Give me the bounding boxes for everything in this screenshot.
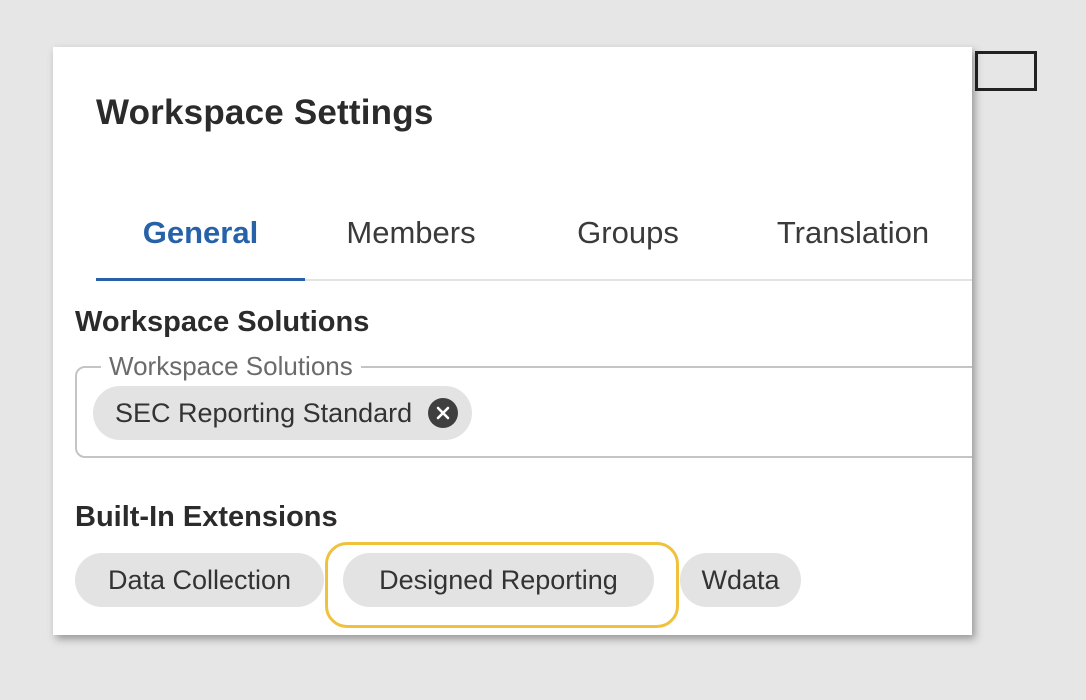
extension-chip-data-collection[interactable]: Data Collection [75,553,324,607]
workspace-settings-dialog: Workspace Settings General Members Group… [53,47,972,635]
extension-chip-label: Wdata [701,564,780,595]
close-circle-icon[interactable] [428,398,459,428]
extension-chip-designed-reporting[interactable]: Designed Reporting [343,553,654,607]
tab-general-label: General [142,215,259,250]
tab-members-label: Members [346,215,476,250]
tab-translation[interactable]: Translation [739,187,967,279]
window-outline-marker [975,51,1037,91]
extension-chip-label: Data Collection [107,564,292,595]
workspace-solutions-field[interactable]: Workspace Solutions SEC Reporting Standa… [75,351,972,458]
extension-chip-wdata[interactable]: Wdata [680,553,801,607]
tab-general[interactable]: General [96,187,305,279]
built-in-extensions-heading: Built-In Extensions [75,501,338,533]
active-tab-indicator [96,278,305,281]
tab-translation-label: Translation [776,215,930,250]
tab-groups-label: Groups [577,215,679,250]
settings-tabs: General Members Groups Translation [96,187,972,281]
solution-chip-label: SEC Reporting Standard [115,397,413,428]
tab-groups[interactable]: Groups [517,187,739,279]
extension-chip-label: Designed Reporting [379,564,618,595]
tab-members[interactable]: Members [305,187,517,279]
solution-chip-sec-reporting-standard[interactable]: SEC Reporting Standard [93,386,473,440]
dialog-title: Workspace Settings [96,93,434,132]
workspace-solutions-heading: Workspace Solutions [75,306,370,338]
workspace-solutions-field-label: Workspace Solutions [101,351,361,381]
